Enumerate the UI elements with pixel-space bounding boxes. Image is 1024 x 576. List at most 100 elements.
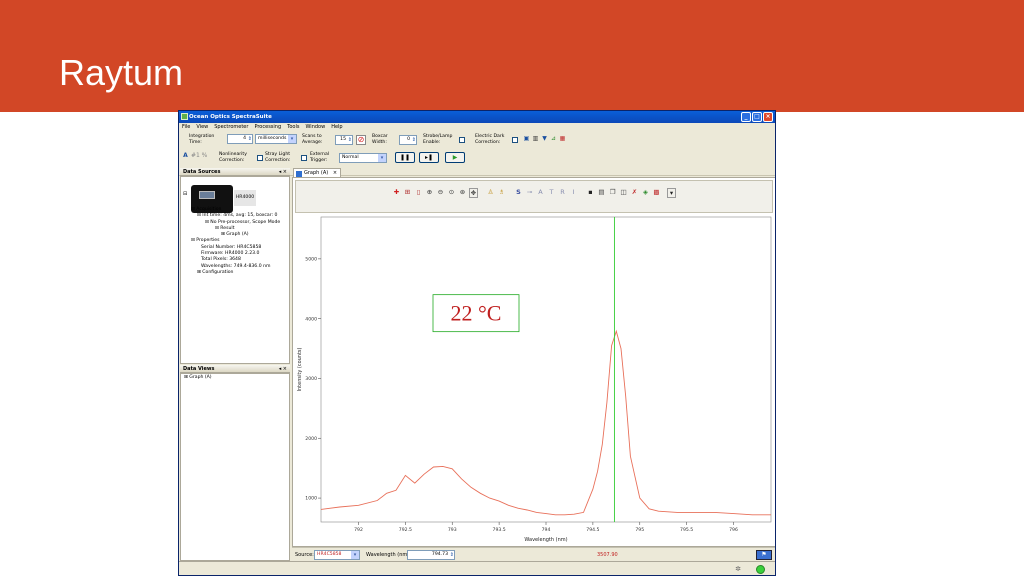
spectrum-chart[interactable]: 792 792.5 793 793.5 794 794.5 795 795.5 796 1000 2… bbox=[293, 215, 775, 548]
close-button[interactable]: × bbox=[763, 112, 773, 122]
play-button[interactable]: ▶ bbox=[445, 152, 465, 163]
close-tab-icon[interactable]: × bbox=[333, 170, 337, 176]
ext-trigger-label: External Trigger: bbox=[310, 152, 330, 163]
trash-icon[interactable]: ▯ bbox=[414, 188, 423, 198]
crosshair-icon[interactable]: ✚ bbox=[392, 188, 401, 198]
dark-correction-checkbox[interactable] bbox=[512, 137, 518, 143]
boxcar-label: Boxcar Width: bbox=[372, 134, 388, 145]
y-tick-label: 4000 bbox=[305, 316, 317, 322]
slide-banner: Raytum bbox=[0, 0, 1024, 112]
chart-icon[interactable]: ⊿ bbox=[550, 135, 557, 142]
tree-item[interactable]: ⊟ Int time: 4ms, avg: 15, boxcar: 0 bbox=[191, 213, 280, 219]
color-icon[interactable]: ◈ bbox=[641, 188, 650, 198]
font-a1-icon[interactable]: #1 bbox=[191, 152, 200, 159]
save-icon[interactable]: ▪ bbox=[586, 188, 595, 198]
absorbance-mode-icon[interactable]: A bbox=[536, 188, 545, 198]
source-value: HR4C5858 bbox=[317, 552, 342, 557]
integration-unit-select[interactable]: milliseconds ▾ bbox=[255, 134, 297, 144]
tree-item[interactable]: ⊟ No Pre-processor, Scope Mode bbox=[191, 220, 280, 226]
graph-panel: ✚ ⊞ ▯ ⊕ ⊖ ⊙ ⊛ ✥ ♙ ♗ S ⊸ A T R I ▪ ▤ ❐ ◫ … bbox=[292, 177, 775, 548]
integration-unit-value: milliseconds bbox=[258, 136, 287, 141]
panel-controls[interactable]: ◂ × bbox=[279, 365, 287, 373]
plot-area bbox=[320, 216, 772, 523]
x-tick-label: 793.5 bbox=[493, 527, 506, 533]
graph-tab[interactable]: Graph (A) × bbox=[293, 168, 342, 177]
y-tick-label: 2000 bbox=[305, 436, 317, 442]
minimize-button[interactable]: _ bbox=[741, 112, 751, 122]
y-axis-label: Intensity (counts) bbox=[297, 347, 303, 391]
export-icon[interactable]: ✗ bbox=[630, 188, 639, 198]
trigger-mode-value: Normal bbox=[342, 155, 359, 160]
image-icon[interactable]: ▩ bbox=[652, 188, 661, 198]
lamp-alt-icon[interactable]: ♗ bbox=[497, 188, 506, 198]
panel-controls[interactable]: ◂ × bbox=[279, 168, 287, 176]
grid-icon[interactable]: ⊞ bbox=[403, 188, 412, 198]
tree-item[interactable]: ⊞ Configuration bbox=[191, 270, 280, 276]
y-tick-label: 5000 bbox=[305, 256, 317, 262]
graph-toolbar: ✚ ⊞ ▯ ⊕ ⊖ ⊙ ⊛ ✥ ♙ ♗ S ⊸ A T R I ▪ ▤ ❐ ◫ … bbox=[295, 180, 773, 213]
zoom-fit-icon[interactable]: ⊙ bbox=[447, 188, 456, 198]
window-title: Ocean Optics SpectraSuite bbox=[189, 114, 272, 120]
tree-item[interactable]: ⊞ Graph (A) bbox=[184, 375, 212, 381]
filter-icon[interactable]: ▼ bbox=[541, 135, 548, 142]
source-select[interactable]: HR4C5858 ▾ bbox=[314, 550, 360, 560]
spectrum-icon[interactable]: ▣ bbox=[523, 135, 530, 142]
pause-button[interactable]: ❚❚ bbox=[395, 152, 415, 163]
print-icon[interactable]: ▤ bbox=[597, 188, 606, 198]
settings-icon[interactable]: ✲ bbox=[735, 565, 741, 573]
boxcar-spinner[interactable]: 0 bbox=[399, 135, 417, 145]
trigger-mode-select[interactable]: Normal ▾ bbox=[339, 153, 387, 163]
zoom-in-icon[interactable]: ⊕ bbox=[425, 188, 434, 198]
menu-tools[interactable]: Tools bbox=[287, 123, 299, 132]
integration-time-label: Integration Time: bbox=[189, 134, 215, 145]
font-a2-icon[interactable]: % bbox=[201, 152, 208, 159]
wavelength-spinner[interactable]: 794.73 bbox=[407, 550, 455, 560]
scope-minus-dark-icon[interactable]: ⊸ bbox=[525, 188, 534, 198]
dropdown-icon[interactable]: ▾ bbox=[667, 188, 676, 198]
menu-help[interactable]: Help bbox=[331, 123, 342, 132]
irradiance-mode-icon[interactable]: I bbox=[569, 188, 578, 198]
overlay-icon[interactable]: ◫ bbox=[619, 188, 628, 198]
status-tool-icon[interactable]: ⚑ bbox=[756, 550, 772, 560]
integration-time-spinner[interactable]: 4 bbox=[227, 134, 253, 144]
data-views-title: Data Views bbox=[183, 366, 215, 372]
data-sources-panel: ⊟ HR4000 ⊟ Acquisition ⊟ Int time: 4ms, … bbox=[180, 176, 290, 364]
graph-tab-label: Graph (A) bbox=[304, 170, 329, 176]
data-views-header: Data Views ◂ × bbox=[180, 365, 290, 373]
menu-window[interactable]: Window bbox=[305, 123, 325, 132]
menu-processing[interactable]: Processing bbox=[254, 123, 281, 132]
spectrasuite-window: Ocean Optics SpectraSuite _ □ × File Vie… bbox=[178, 110, 776, 576]
ext-trigger-checkbox[interactable] bbox=[301, 155, 307, 161]
device-expand-icon[interactable]: ⊟ bbox=[183, 191, 187, 197]
stray-light-label: Stray Light Correction: bbox=[265, 152, 291, 163]
lamp-icon[interactable]: ♙ bbox=[486, 188, 495, 198]
zoom-region-icon[interactable]: ⊛ bbox=[458, 188, 467, 198]
source-label: Source: bbox=[295, 552, 314, 558]
scope-mode-icon[interactable]: S bbox=[514, 188, 523, 198]
stop-averaging-icon[interactable]: ⊘ bbox=[356, 135, 366, 145]
scans-spinner[interactable]: 15 bbox=[335, 135, 353, 145]
menu-file[interactable]: File bbox=[182, 123, 190, 132]
x-tick-label: 792 bbox=[354, 527, 363, 533]
step-button[interactable]: ▸❚ bbox=[419, 152, 439, 163]
x-tick-label: 794 bbox=[542, 527, 551, 533]
reflection-mode-icon[interactable]: R bbox=[558, 188, 567, 198]
menu-spectrometer[interactable]: Spectrometer bbox=[214, 123, 248, 132]
strobe-checkbox[interactable] bbox=[459, 137, 465, 143]
x-tick-label: 795.5 bbox=[680, 527, 693, 533]
menu-view[interactable]: View bbox=[196, 123, 208, 132]
bars-icon[interactable]: ▥ bbox=[532, 135, 539, 142]
zoom-out-icon[interactable]: ⊖ bbox=[436, 188, 445, 198]
transmission-mode-icon[interactable]: T bbox=[547, 188, 556, 198]
copy-icon[interactable]: ❐ bbox=[608, 188, 617, 198]
font-a-icon[interactable]: A bbox=[182, 152, 189, 159]
bottom-status-strip: ✲ bbox=[179, 561, 775, 575]
x-axis-label: Wavelength (nm) bbox=[524, 537, 567, 543]
nonlinearity-checkbox[interactable] bbox=[257, 155, 263, 161]
chevron-down-icon: ▾ bbox=[351, 551, 359, 559]
pan-icon[interactable]: ✥ bbox=[469, 188, 478, 198]
palette-icon[interactable]: ▦ bbox=[559, 135, 566, 142]
maximize-button[interactable]: □ bbox=[752, 112, 762, 122]
strobe-label: Strobe/Lamp Enable: bbox=[423, 134, 453, 145]
intensity-readout: 3507.90 bbox=[597, 552, 618, 558]
